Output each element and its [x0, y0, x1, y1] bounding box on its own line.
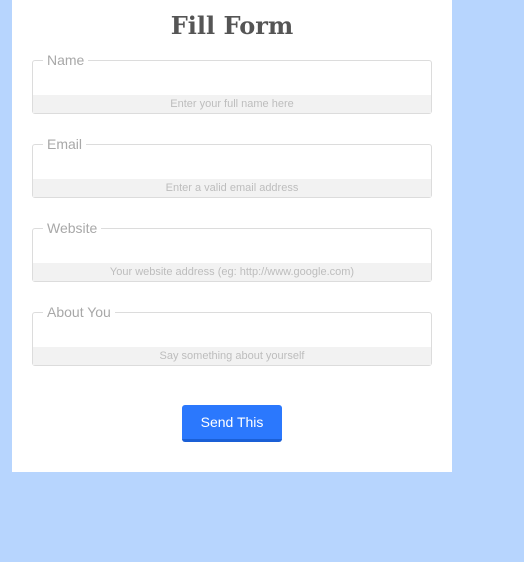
form-card: Fill Form Name Enter your full name here… [12, 0, 452, 472]
email-input[interactable] [33, 153, 431, 179]
name-field: Name Enter your full name here [32, 52, 432, 114]
name-label: Name [43, 52, 89, 68]
website-input[interactable] [33, 237, 431, 263]
about-hint: Say something about yourself [33, 347, 431, 365]
email-label: Email [43, 136, 87, 152]
email-hint: Enter a valid email address [33, 179, 431, 197]
website-label: Website [43, 220, 102, 236]
about-field: About You Say something about yourself [32, 304, 432, 366]
send-button[interactable]: Send This [182, 405, 282, 442]
website-field: Website Your website address (eg: http:/… [32, 220, 432, 282]
about-label: About You [43, 304, 115, 320]
about-input[interactable] [33, 321, 431, 347]
name-input[interactable] [33, 69, 431, 95]
email-field: Email Enter a valid email address [32, 136, 432, 198]
form-title: Fill Form [170, 11, 294, 40]
name-hint: Enter your full name here [33, 95, 431, 113]
website-hint: Your website address (eg: http://www.goo… [33, 263, 431, 281]
